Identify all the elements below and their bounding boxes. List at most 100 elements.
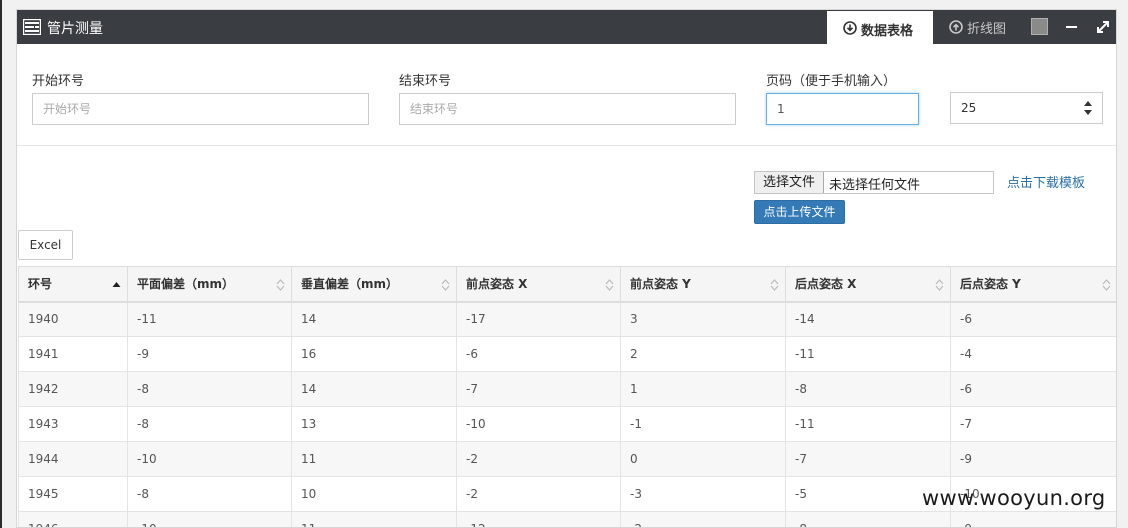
table-cell: -10: [456, 406, 621, 442]
column-header-label: 后点姿态 Y: [960, 277, 1021, 292]
table-cell: -4: [950, 336, 1116, 372]
table-cell: -6: [456, 336, 621, 372]
column-header-label: 平面偏差（mm）: [137, 277, 235, 292]
table-cell: 11: [291, 441, 457, 477]
download-template-link[interactable]: 点击下载模板: [1007, 172, 1085, 191]
form-divider: [17, 145, 1116, 146]
column-header[interactable]: 垂直偏差（mm）: [291, 266, 457, 303]
table-cell: -10: [127, 441, 292, 477]
table-header-row: 环号 平面偏差（mm） 垂直偏差（mm） 前点姿态 X 前点姿态 Y 后点姿态 …: [18, 266, 1116, 303]
page-number-input[interactable]: [766, 93, 919, 125]
table-row[interactable]: 1940 -11 14 -17 3 -14 -6: [18, 301, 1116, 337]
page-number-label: 页码（便于手机输入）: [766, 74, 897, 89]
no-file-text: 未选择任何文件: [829, 178, 921, 193]
table-cell: 1945: [18, 476, 128, 512]
column-header[interactable]: 平面偏差（mm）: [127, 266, 292, 303]
table-cell: 14: [291, 301, 457, 337]
column-header[interactable]: 后点姿态 Y: [950, 266, 1116, 303]
table-cell: 13: [291, 406, 457, 442]
table-cell: -2: [620, 511, 786, 527]
sort-both-icon: [441, 279, 450, 291]
watermark-text: www.wooyun.org: [922, 486, 1106, 510]
table-cell: 1943: [18, 406, 128, 442]
table-cell: -7: [456, 371, 621, 407]
column-header[interactable]: 前点姿态 Y: [620, 266, 786, 303]
table-cell: 16: [291, 336, 457, 372]
table-cell: -8: [127, 406, 292, 442]
table-cell: 10: [291, 476, 457, 512]
table-row[interactable]: 1943 -8 13 -10 -1 -11 -7: [18, 406, 1116, 442]
table-cell: -11: [785, 406, 951, 442]
table-icon: [23, 19, 41, 35]
table-cell: -7: [950, 406, 1116, 442]
minimize-icon[interactable]: [1066, 26, 1077, 28]
table-cell: -11: [127, 301, 292, 337]
table-row[interactable]: 1944 -10 11 -2 0 -7 -9: [18, 441, 1116, 477]
download-circle-icon: [843, 21, 857, 35]
choose-file-button[interactable]: 选择文件: [755, 172, 824, 193]
table-cell: 3: [620, 301, 786, 337]
page-size-select[interactable]: 25: [950, 92, 1103, 124]
table-cell: -9: [950, 511, 1116, 527]
color-toggle-button[interactable]: [1031, 18, 1048, 35]
table-cell: -8: [785, 371, 951, 407]
page-size-value: 25: [961, 101, 977, 115]
table-cell: -3: [620, 476, 786, 512]
file-input[interactable]: 选择文件 未选择任何文件: [754, 171, 994, 194]
table-cell: -9: [950, 441, 1116, 477]
column-header[interactable]: 后点姿态 X: [785, 266, 951, 303]
tab-line-chart-label: 折线图: [967, 22, 1007, 37]
tab-data-table[interactable]: 数据表格: [827, 11, 933, 44]
end-ring-label: 结束环号: [399, 74, 452, 89]
panel-title: 管片测量: [47, 21, 103, 37]
expand-icon[interactable]: [1095, 19, 1111, 35]
table-cell: -8: [785, 511, 951, 527]
segment-measurement-panel: 管片测量 数据表格 折线图 开始环号 结束环号 页码（便于手机输入） 25: [16, 9, 1117, 528]
sort-both-icon: [1102, 279, 1111, 291]
table-cell: -2: [456, 441, 621, 477]
start-ring-input[interactable]: [32, 93, 369, 125]
table-cell: -14: [785, 301, 951, 337]
upload-file-button[interactable]: 点击上传文件: [754, 200, 845, 224]
table-cell: -9: [127, 336, 292, 372]
column-header-label: 前点姿态 Y: [630, 277, 691, 292]
table-cell: 1946: [18, 511, 128, 527]
table-cell: -6: [950, 301, 1116, 337]
table-cell: -1: [620, 406, 786, 442]
table-cell: -6: [950, 371, 1116, 407]
table-row[interactable]: 1946 -10 11 -12 -2 -8 -9: [18, 511, 1116, 527]
table-cell: -12: [456, 511, 621, 527]
table-cell: 0: [620, 441, 786, 477]
sort-both-icon: [605, 279, 614, 291]
table-row[interactable]: 1941 -9 16 -6 2 -11 -4: [18, 336, 1116, 372]
table-cell: -8: [127, 476, 292, 512]
table-cell: 1942: [18, 371, 128, 407]
table-cell: -10: [127, 511, 292, 527]
table-cell: -7: [785, 441, 951, 477]
tab-line-chart[interactable]: 折线图: [935, 10, 1031, 44]
table-cell: 2: [620, 336, 786, 372]
start-ring-label: 开始环号: [32, 74, 85, 89]
column-header[interactable]: 前点姿态 X: [456, 266, 621, 303]
table-row[interactable]: 1942 -8 14 -7 1 -8 -6: [18, 371, 1116, 407]
table-cell: 14: [291, 371, 457, 407]
table-cell: 1944: [18, 441, 128, 477]
select-arrows-icon: [1084, 101, 1092, 115]
table-cell: 11: [291, 511, 457, 527]
column-header-label: 后点姿态 X: [795, 277, 857, 292]
table-cell: 1940: [18, 301, 128, 337]
panel-header: 管片测量 数据表格 折线图: [17, 10, 1116, 44]
sort-asc-icon: [112, 282, 121, 287]
column-header-label: 垂直偏差（mm）: [301, 277, 399, 292]
excel-export-button[interactable]: Excel: [18, 230, 73, 260]
column-header-label: 环号: [28, 277, 53, 292]
table-cell: -2: [456, 476, 621, 512]
column-header-label: 前点姿态 X: [466, 277, 528, 292]
table-cell: -8: [127, 371, 292, 407]
sort-both-icon: [276, 279, 285, 291]
sort-both-icon: [935, 279, 944, 291]
table-cell: -17: [456, 301, 621, 337]
end-ring-input[interactable]: [399, 93, 736, 125]
table-cell: 1: [620, 371, 786, 407]
column-header[interactable]: 环号: [18, 266, 128, 303]
